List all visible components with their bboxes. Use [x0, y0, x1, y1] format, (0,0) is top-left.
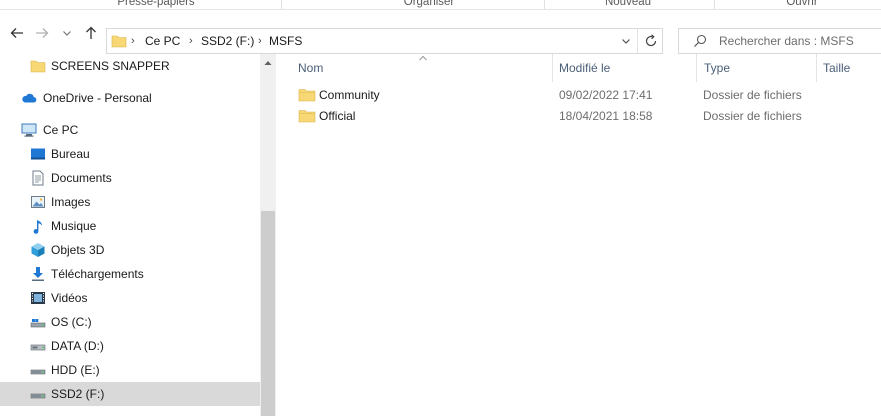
folder-icon	[30, 60, 46, 73]
sidebar-item-label: SCREENS SNAPPER	[51, 59, 170, 73]
sidebar-item-videos[interactable]: Vidéos	[0, 286, 260, 310]
column-separator[interactable]	[552, 54, 553, 82]
back-button[interactable]	[8, 24, 26, 42]
refresh-icon	[645, 34, 656, 47]
scroll-up-button[interactable]	[260, 54, 276, 71]
sidebar-item-label: Documents	[51, 171, 112, 185]
ribbon-separator	[544, 0, 545, 9]
folder-icon	[298, 110, 316, 123]
file-modified: 09/02/2022 17:41	[559, 88, 653, 102]
ribbon-group-labels: Presse-papiers Organiser Nouveau Ouvrir	[0, 0, 881, 10]
sidebar-item-downloads[interactable]: Téléchargements	[0, 262, 260, 286]
sidebar-item-label: SSD2 (F:)	[51, 387, 105, 401]
sidebar-item-label: Bureau	[51, 147, 90, 161]
arrow-up-icon	[86, 26, 96, 39]
folder-icon	[298, 89, 316, 102]
cloud-icon	[22, 93, 37, 103]
sidebar-item-label: OneDrive - Personal	[43, 91, 152, 105]
breadcrumb-ssd2[interactable]: SSD2 (F:)	[201, 29, 254, 53]
column-header-modified[interactable]: Modifié le	[559, 54, 610, 82]
sort-ascending-icon	[419, 55, 427, 61]
video-icon	[31, 292, 45, 304]
navigation-pane: SCREENS SNAPPER OneDrive - Personal Ce P…	[0, 54, 276, 416]
pictures-icon	[31, 196, 45, 208]
sidebar-item-screens-snapper[interactable]: SCREENS SNAPPER	[0, 54, 260, 78]
file-type: Dossier de fichiers	[703, 88, 802, 102]
sidebar-item-label: OS (C:)	[51, 315, 92, 329]
sidebar-item-label: Ce PC	[43, 123, 79, 137]
arrow-right-icon	[36, 28, 49, 38]
sidebar-item-label: Téléchargements	[51, 267, 144, 281]
sidebar-item-documents[interactable]: Documents	[0, 166, 260, 190]
search-box[interactable]: Rechercher dans : MSFS	[678, 28, 881, 54]
ribbon-group-open: Ouvrir	[786, 0, 818, 8]
column-header-name[interactable]: Nom	[298, 54, 323, 82]
navigation-bar: › Ce PC › SSD2 (F:) › MSFS Rechercher da…	[0, 10, 881, 54]
table-row[interactable]: Community 09/02/2022 17:41 Dossier de fi…	[294, 85, 881, 106]
sidebar-item-drive-c[interactable]: OS (C:)	[0, 310, 260, 334]
file-name: Official	[319, 109, 356, 123]
breadcrumb-separator[interactable]: ›	[258, 29, 262, 53]
column-separator[interactable]	[696, 54, 697, 82]
chevron-down-icon	[63, 31, 71, 36]
sidebar-item-label: DATA (D:)	[51, 339, 104, 353]
address-history-button[interactable]	[615, 29, 637, 53]
music-icon	[33, 220, 43, 234]
drive-icon	[30, 393, 46, 399]
drive-icon	[30, 369, 46, 375]
breadcrumb-ce-pc[interactable]: Ce PC	[145, 29, 180, 53]
breadcrumb-msfs[interactable]: MSFS	[269, 29, 302, 53]
sidebar-item-music[interactable]: Musique	[0, 214, 260, 238]
file-modified: 18/04/2021 18:58	[559, 109, 653, 123]
sidebar-item-desktop[interactable]: Bureau	[0, 142, 260, 166]
sidebar-item-label: Vidéos	[51, 291, 88, 305]
refresh-button[interactable]	[637, 29, 663, 53]
arrow-left-icon	[10, 28, 23, 38]
ribbon-group-clipboard: Presse-papiers	[117, 0, 195, 8]
download-icon	[32, 267, 44, 281]
search-placeholder: Rechercher dans : MSFS	[719, 34, 854, 48]
ribbon-separator	[714, 0, 715, 9]
sidebar-item-drive-e[interactable]: HDD (E:)	[0, 358, 260, 382]
sidebar-item-pictures[interactable]: Images	[0, 190, 260, 214]
breadcrumb-separator: ›	[131, 35, 135, 47]
column-header-size[interactable]: Taille	[823, 54, 850, 82]
document-icon	[32, 170, 44, 186]
sidebar-item-drive-d[interactable]: DATA (D:)	[0, 334, 260, 358]
address-bar[interactable]: › Ce PC › SSD2 (F:) › MSFS	[106, 28, 663, 54]
computer-icon	[21, 123, 37, 137]
scrollbar-thumb[interactable]	[261, 211, 275, 416]
recent-locations-button[interactable]	[60, 24, 74, 42]
file-list: Nom Modifié le Type Taille Community 09/…	[276, 54, 881, 416]
sidebar-item-3d-objects[interactable]: Objets 3D	[0, 238, 260, 262]
file-type: Dossier de fichiers	[703, 109, 802, 123]
drive-icon	[30, 319, 46, 328]
file-name: Community	[319, 88, 380, 102]
up-button[interactable]	[82, 24, 100, 42]
column-separator[interactable]	[816, 54, 817, 82]
search-icon	[694, 34, 707, 47]
breadcrumb-separator[interactable]: ›	[189, 29, 193, 53]
folder-icon	[111, 35, 127, 48]
sidebar-item-label: Musique	[51, 219, 97, 233]
cube-icon	[31, 243, 45, 257]
table-row[interactable]: Official 18/04/2021 18:58 Dossier de fic…	[294, 106, 881, 127]
sidebar-item-label: HDD (E:)	[51, 363, 100, 377]
ribbon-group-organize: Organiser	[403, 0, 455, 8]
desktop-icon	[31, 148, 45, 160]
column-header-type[interactable]: Type	[704, 54, 730, 82]
sidebar-item-onedrive[interactable]: OneDrive - Personal	[0, 86, 260, 110]
forward-button[interactable]	[33, 24, 51, 42]
chevron-down-icon	[622, 39, 630, 44]
sidebar-item-label: Images	[51, 195, 91, 209]
navigation-pane-scrollbar[interactable]	[260, 54, 276, 416]
ribbon-group-new: Nouveau	[604, 0, 652, 8]
sidebar-item-label: Objets 3D	[51, 243, 105, 257]
drive-icon	[30, 344, 46, 351]
caret-up-icon	[264, 60, 272, 65]
sidebar-item-drive-f[interactable]: SSD2 (F:)	[0, 382, 260, 406]
ribbon-separator	[281, 0, 282, 9]
sidebar-item-this-pc[interactable]: Ce PC	[0, 118, 260, 142]
